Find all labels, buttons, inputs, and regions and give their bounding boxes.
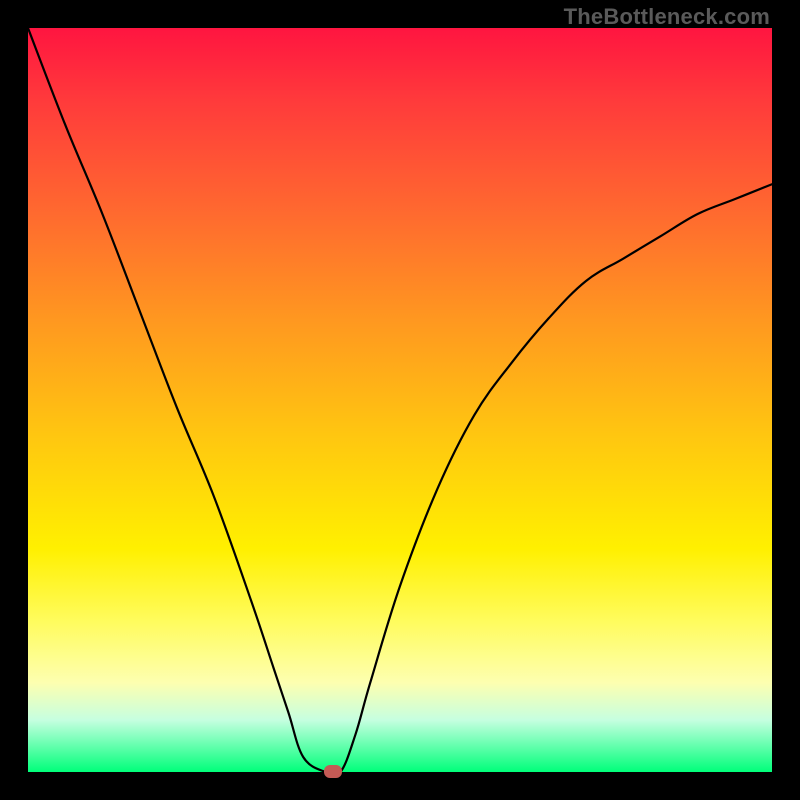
chart-plot-area: [28, 28, 772, 772]
watermark-text: TheBottleneck.com: [564, 4, 770, 30]
chart-curve: [28, 28, 772, 772]
chart-frame: TheBottleneck.com: [0, 0, 800, 800]
chart-marker: [324, 765, 342, 778]
curve-path: [28, 28, 772, 772]
